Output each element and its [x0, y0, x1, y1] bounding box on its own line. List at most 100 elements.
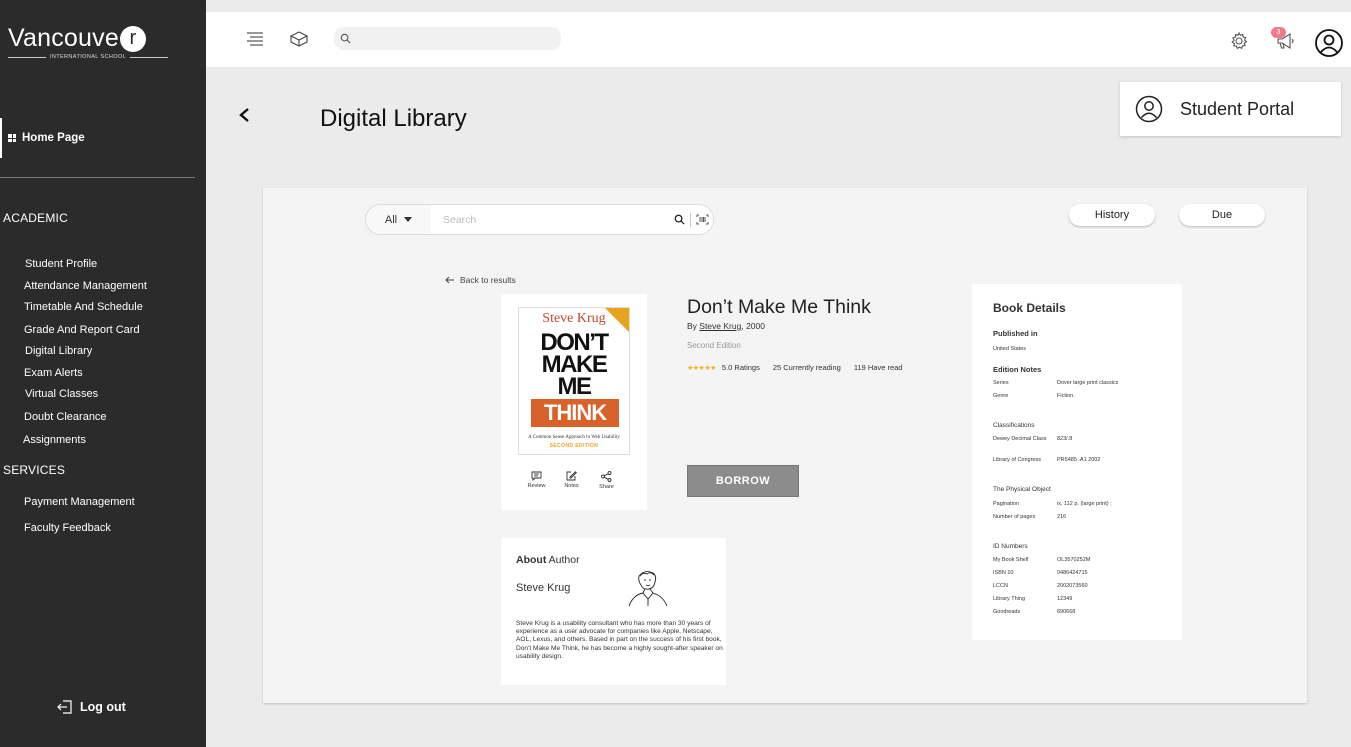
barcode-scan-icon — [696, 214, 708, 225]
sidebar-item-timetable[interactable]: Timetable And Schedule — [24, 301, 143, 313]
notes-label: Notes — [564, 483, 579, 489]
sidebar-item-home[interactable]: Home Page — [0, 118, 206, 158]
pages-value: 216 — [1057, 514, 1067, 520]
back-to-results-link[interactable]: Back to results — [445, 275, 516, 285]
barcode-scan-button[interactable] — [691, 214, 713, 225]
id-row: My Book Shelf OL3570252M — [993, 556, 1173, 564]
book-cover-image[interactable]: Steve Krug DON’T MAKE ME THINK A Common … — [518, 307, 630, 455]
sidebar-item-virtual-classes[interactable]: Virtual Classes — [25, 388, 98, 400]
loc-key: Library of Congress — [993, 457, 1041, 463]
share-icon — [601, 471, 612, 482]
cover-edition: SECOND EDITION — [549, 443, 599, 449]
id-value: 2002073560 — [1057, 583, 1088, 589]
search-icon — [674, 214, 685, 225]
sidebar-item-payment[interactable]: Payment Management — [24, 496, 135, 508]
logo-wordmark: Vancouve r — [8, 24, 168, 53]
library-search-input[interactable] — [443, 213, 668, 226]
sidebar-item-student-profile[interactable]: Student Profile — [25, 258, 97, 270]
id-numbers-label: ID Numbers — [993, 543, 1028, 550]
user-avatar-icon — [1315, 29, 1343, 57]
genre-key: Genre — [993, 393, 1009, 399]
share-label: Share — [599, 484, 614, 490]
id-key: ISBN 10 — [993, 570, 1014, 576]
due-button[interactable]: Due — [1179, 204, 1265, 226]
review-label: Review — [527, 483, 546, 489]
author-name: Steve Krug — [516, 582, 571, 594]
sidebar-divider — [0, 177, 195, 178]
section-heading-services: SERVICES — [3, 463, 66, 477]
hamburger-icon — [247, 32, 263, 46]
book-year: , 2000 — [741, 321, 765, 331]
category-dropdown[interactable]: All — [366, 205, 431, 234]
about-author-card: About Author Steve Krug Steve Krug is a … — [501, 538, 726, 685]
top-search-input[interactable] — [355, 32, 561, 45]
id-value: 690668 — [1057, 609, 1076, 615]
menu-button[interactable] — [244, 29, 266, 49]
pages-row: Number of pages 216 — [993, 513, 1173, 521]
active-indicator — [0, 118, 2, 158]
notes-icon — [566, 471, 577, 481]
id-key: Library Thing — [993, 596, 1025, 602]
back-button[interactable] — [236, 104, 252, 131]
sidebar-item-assignments[interactable]: Assignments — [23, 434, 86, 446]
pagination-value: ix, 112 p. (large print) ; — [1057, 501, 1112, 507]
book-title: Don’t Make Me Think — [687, 296, 871, 318]
logo-subtitle: INTERNATIONAL SCHOOL — [8, 54, 168, 60]
sidebar-item-digital-library[interactable]: Digital Library — [25, 345, 92, 357]
series-key: Series — [993, 380, 1009, 386]
series-row: Series Dover large print classics — [993, 379, 1173, 387]
sidebar-item-exam-alerts[interactable]: Exam Alerts — [24, 367, 83, 379]
book-edition: Second Edition — [687, 341, 741, 350]
cover-author: Steve Krug — [542, 311, 606, 326]
settings-button[interactable] — [1228, 30, 1250, 52]
sidebar: Vancouve r INTERNATIONAL SCHOOL Home Page… — [0, 0, 206, 747]
id-value: 0486424715 — [1057, 570, 1088, 576]
currently-reading-count: 25 Currently reading — [772, 363, 841, 372]
library-search-field — [431, 205, 713, 234]
logout-button[interactable]: Log out — [57, 700, 126, 714]
caret-down-icon — [404, 217, 413, 222]
edition-notes-label: Edition Notes — [993, 365, 1042, 374]
book-details-card: Book Details Published in United States … — [972, 284, 1182, 640]
book-author-link[interactable]: Steve Krug — [699, 321, 741, 331]
school-logo[interactable]: Vancouve r INTERNATIONAL SCHOOL — [8, 24, 168, 66]
id-row: Library Thing 12349 — [993, 595, 1173, 603]
author-portrait-icon — [628, 571, 668, 607]
cover-title-line3: ME — [557, 373, 593, 400]
sidebar-item-attendance[interactable]: Attendance Management — [24, 280, 147, 292]
sidebar-item-faculty-feedback[interactable]: Faculty Feedback — [24, 522, 111, 534]
notification-badge: 3 — [1271, 27, 1286, 38]
portal-label: Student Portal — [1180, 98, 1295, 119]
page-title: Digital Library — [320, 105, 467, 132]
book-details-heading: Book Details — [993, 301, 1066, 315]
history-button[interactable]: History — [1069, 204, 1155, 226]
top-bar — [206, 12, 1351, 67]
book-cover-card: Steve Krug DON’T MAKE ME THINK A Common … — [501, 294, 647, 510]
cube-button[interactable] — [288, 29, 310, 49]
review-button[interactable]: Review — [527, 471, 546, 490]
user-circle-icon — [1135, 95, 1163, 123]
share-button[interactable]: Share — [598, 471, 615, 490]
id-key: Goodreads — [993, 609, 1021, 615]
logout-label: Log out — [80, 700, 126, 714]
genre-row: Genre Fiction. — [993, 392, 1173, 400]
ratings-count: 5.0 Ratings — [721, 363, 760, 372]
series-value: Dover large print classics — [1057, 380, 1119, 386]
physical-object-label: The Physical Object — [993, 486, 1051, 493]
search-submit-button[interactable] — [668, 214, 690, 225]
notes-button[interactable]: Notes — [563, 471, 580, 490]
borrow-button[interactable]: BORROW — [687, 465, 799, 497]
id-row: LCCN 2002073560 — [993, 582, 1173, 590]
sidebar-item-doubt-clearance[interactable]: Doubt Clearance — [24, 411, 107, 423]
sidebar-item-grade-report[interactable]: Grade And Report Card — [24, 324, 140, 336]
library-search-bar: All — [365, 204, 714, 235]
loc-value: PR5485 .A1 2002 — [1057, 457, 1101, 463]
search-icon — [340, 33, 351, 44]
pagination-key: Pagination — [993, 501, 1019, 507]
student-portal-button[interactable]: Student Portal — [1120, 82, 1341, 136]
have-read-count: 119 Have read — [853, 363, 903, 372]
classifications-label: Classifications — [993, 422, 1035, 429]
profile-button[interactable] — [1314, 28, 1344, 58]
top-search-bar[interactable] — [334, 27, 561, 50]
heading-about: About — [516, 554, 547, 566]
